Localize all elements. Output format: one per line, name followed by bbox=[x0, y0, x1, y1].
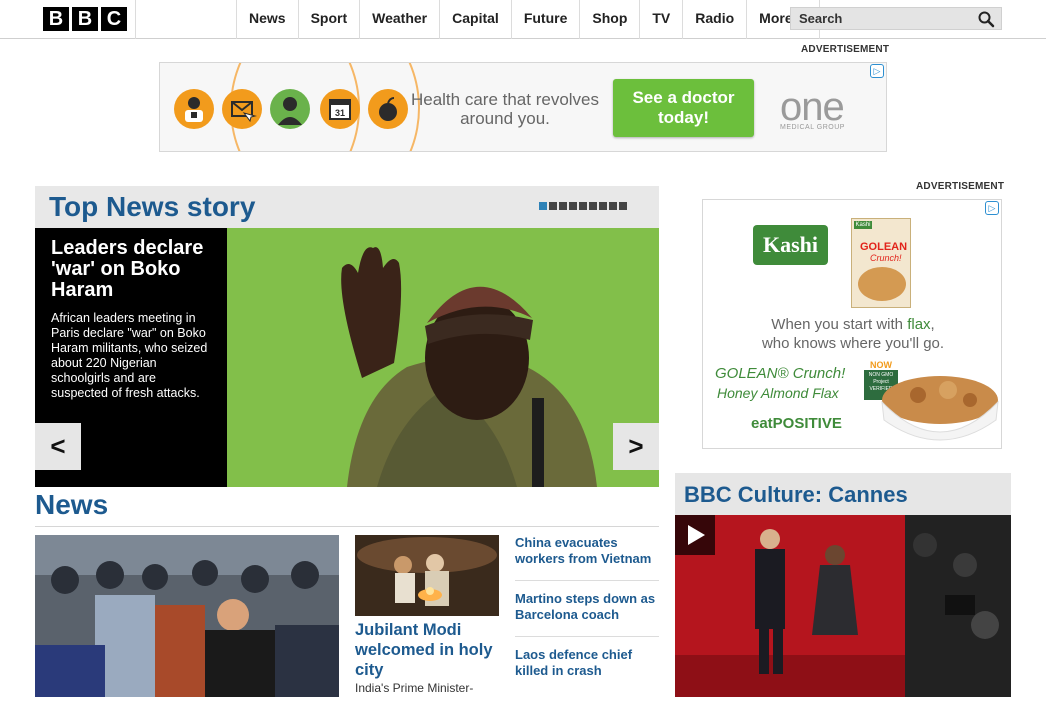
product-line1: GOLEAN® Crunch! bbox=[715, 365, 846, 382]
nav-radio[interactable]: Radio bbox=[682, 0, 746, 39]
main-nav: News Sport Weather Capital Future Shop T… bbox=[236, 0, 820, 39]
now-label: NOW bbox=[870, 360, 892, 370]
box-brand: Kashi bbox=[854, 221, 872, 229]
carousel-dot[interactable] bbox=[549, 202, 557, 210]
play-icon bbox=[688, 525, 705, 545]
carousel-dot[interactable] bbox=[559, 202, 567, 210]
carousel-dot[interactable] bbox=[599, 202, 607, 210]
see-doctor-button[interactable]: See a doctor today! bbox=[613, 79, 754, 137]
logo-letter-b1: B bbox=[43, 7, 69, 31]
bbc-logo[interactable]: B B C bbox=[35, 0, 136, 39]
culture-header: BBC Culture: Cannes bbox=[675, 473, 1011, 515]
logo-letter-b2: B bbox=[72, 7, 98, 31]
ad-label-top: ADVERTISEMENT bbox=[801, 44, 890, 55]
product-line2: Honey Almond Flax bbox=[717, 385, 839, 401]
top-news-carousel: Top News story Leaders declare 'war' on … bbox=[35, 186, 659, 487]
carousel-prev-button[interactable]: < bbox=[35, 423, 81, 470]
ad-tagline: Health care that revolves around you. bbox=[410, 90, 600, 128]
cereal-bowl bbox=[881, 376, 999, 441]
top-news-image[interactable] bbox=[227, 228, 659, 487]
search-input[interactable]: Search bbox=[790, 7, 1002, 30]
adchoices-icon[interactable]: ▷ bbox=[870, 64, 884, 78]
adchoices-icon[interactable]: ▷ bbox=[985, 201, 999, 215]
calendar-day: 31 bbox=[335, 108, 345, 118]
top-bar: B B C News Sport Weather Capital Future … bbox=[0, 0, 1046, 39]
kashi-copy: When you start with flax, who knows wher… bbox=[703, 315, 1001, 353]
news-link[interactable]: China evacuates workers from Vietnam bbox=[515, 535, 659, 581]
modi-headline[interactable]: Jubilant Modi welcomed in holy city bbox=[355, 620, 500, 680]
top-news-summary: African leaders meeting in Paris declare… bbox=[51, 311, 208, 400]
doctor-icon bbox=[174, 89, 214, 129]
kashi-copy-pre: When you start with bbox=[771, 316, 908, 333]
one-brand: one bbox=[780, 85, 845, 129]
news-link[interactable]: Martino steps down as Barcelona coach bbox=[515, 591, 659, 637]
nav-capital[interactable]: Capital bbox=[439, 0, 511, 39]
protest-photo[interactable] bbox=[35, 535, 339, 697]
top-news-slide[interactable]: Leaders declare 'war' on Boko Haram Afri… bbox=[35, 228, 659, 487]
one-medical-logo: one MEDICAL GROUP bbox=[780, 85, 845, 131]
box-cereal bbox=[858, 267, 906, 301]
box-title: GOLEAN bbox=[860, 241, 908, 253]
cannes-photo bbox=[675, 515, 1011, 697]
news-links-list: China evacuates workers from Vietnam Mar… bbox=[515, 535, 659, 703]
carousel-dot[interactable] bbox=[579, 202, 587, 210]
carousel-next-button[interactable]: > bbox=[613, 423, 659, 470]
carousel-dot[interactable] bbox=[569, 202, 577, 210]
news-section-title[interactable]: News bbox=[35, 489, 108, 521]
modi-summary: India's Prime Minister- bbox=[355, 681, 474, 695]
news-divider bbox=[35, 526, 659, 527]
kashi-copy-flax: flax bbox=[907, 316, 931, 333]
nav-tv[interactable]: TV bbox=[639, 0, 682, 39]
militant-photo bbox=[227, 228, 659, 487]
modi-photo[interactable] bbox=[355, 535, 499, 616]
box-sub: Crunch! bbox=[870, 253, 902, 263]
top-news-header: Top News story bbox=[35, 186, 659, 228]
culture-panel: BBC Culture: Cannes bbox=[675, 473, 1011, 697]
play-button[interactable] bbox=[675, 515, 715, 555]
carousel-dot[interactable] bbox=[589, 202, 597, 210]
nav-sport[interactable]: Sport bbox=[297, 0, 360, 39]
magnifier-icon[interactable] bbox=[977, 10, 995, 28]
top-news-title: Top News story bbox=[49, 191, 256, 222]
top-news-headline[interactable]: Leaders declare 'war' on Boko Haram bbox=[51, 238, 215, 301]
nav-news[interactable]: News bbox=[236, 0, 298, 39]
nav-future[interactable]: Future bbox=[510, 0, 580, 39]
cereal-box: Kashi GOLEAN Crunch! bbox=[851, 218, 911, 308]
search-label: Search bbox=[799, 11, 843, 26]
logo-letter-c: C bbox=[101, 7, 127, 31]
carousel-dot[interactable] bbox=[619, 202, 627, 210]
kashi-logo: Kashi bbox=[753, 225, 828, 265]
carousel-dot[interactable] bbox=[609, 202, 617, 210]
ad-banner-top[interactable]: 31 Health care that revolves around you.… bbox=[159, 62, 887, 152]
carousel-dots bbox=[539, 202, 627, 210]
calendar-icon: 31 bbox=[320, 89, 360, 129]
kashi-copy-line2: who knows where you'll go. bbox=[761, 335, 945, 352]
apple-icon bbox=[368, 89, 408, 129]
ad-label-side: ADVERTISEMENT bbox=[916, 181, 1005, 192]
kashi-copy-post: , bbox=[930, 316, 935, 333]
person-icon bbox=[270, 89, 310, 129]
eat-positive: eatPOSITIVE bbox=[751, 415, 842, 432]
news-link[interactable]: Laos defence chief killed in crash bbox=[515, 647, 659, 693]
nav-weather[interactable]: Weather bbox=[359, 0, 439, 39]
carousel-dot[interactable] bbox=[539, 202, 547, 210]
cannes-video[interactable] bbox=[675, 515, 1011, 697]
nav-shop[interactable]: Shop bbox=[579, 0, 639, 39]
one-brand-sub: MEDICAL GROUP bbox=[780, 124, 845, 131]
email-icon bbox=[222, 89, 262, 129]
culture-title[interactable]: BBC Culture: Cannes bbox=[684, 482, 908, 508]
ad-kashi[interactable]: ▷ Kashi Kashi GOLEAN Crunch! When you st… bbox=[702, 199, 1002, 449]
